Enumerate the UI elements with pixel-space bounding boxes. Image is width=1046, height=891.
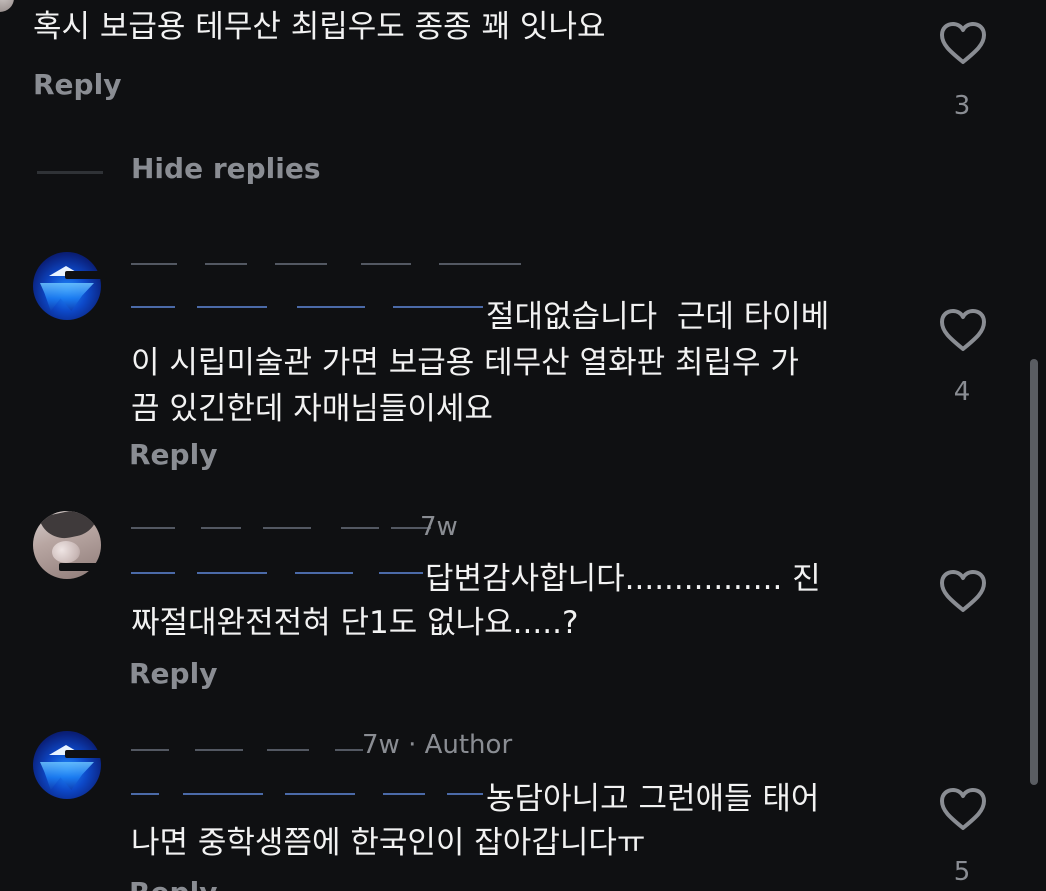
like-count: 4 [953, 377, 971, 407]
comment-text: 절대없습니다 근데 타이베 [486, 299, 830, 335]
heart-outline-icon [940, 309, 986, 351]
like-count: 3 [953, 91, 971, 121]
reply-button[interactable]: Reply [129, 657, 217, 690]
redaction-bar [65, 271, 107, 279]
avatar[interactable] [0, 0, 14, 12]
reply-button[interactable]: Reply [33, 68, 121, 101]
comment-text: 농담아니고 그런애들 태어 [486, 781, 820, 817]
hide-replies-button[interactable]: Hide replies [131, 152, 321, 185]
comment-text: 짜절대완전전혀 단1도 없나요.....? [131, 605, 579, 641]
comment-text: 끔 있긴한데 자매님들이세요 [131, 391, 493, 427]
redacted-mention [131, 793, 483, 813]
redacted-username [131, 263, 521, 283]
like-count: 5 [953, 857, 971, 887]
like-button[interactable] [938, 569, 988, 613]
reply-button[interactable]: Reply [129, 438, 217, 471]
comment-text: 답변감사합니다................ 진 [425, 561, 821, 597]
comments-thread: 혹시 보급용 테무산 최립우도 종종 꽤 잇나요 Reply 3 Hide re… [0, 0, 1046, 891]
comment-text: 이 시립미술관 가면 보급용 테무산 열화판 최립우 가 [131, 345, 799, 381]
reply-button[interactable]: Reply [129, 876, 217, 891]
like-button[interactable] [938, 787, 988, 831]
redaction-bar [59, 563, 101, 571]
timestamp: 7w · Author [362, 730, 513, 760]
avatar[interactable] [33, 252, 101, 320]
comment-text: 혹시 보급용 테무산 최립우도 종종 꽤 잇나요 [33, 9, 606, 45]
divider [37, 171, 103, 174]
heart-outline-icon [940, 22, 986, 64]
avatar[interactable] [33, 731, 101, 799]
heart-outline-icon [940, 570, 986, 612]
redacted-mention [131, 572, 423, 592]
redacted-username [131, 749, 363, 769]
scrollbar[interactable] [1030, 359, 1038, 785]
comment-text: 나면 중학생쯤에 한국인이 잡아갑니다ㅠ [131, 825, 646, 861]
redacted-username [131, 527, 431, 547]
redacted-mention [131, 306, 483, 326]
redaction-bar [65, 750, 107, 758]
like-button[interactable] [938, 21, 988, 65]
heart-outline-icon [940, 788, 986, 830]
timestamp: 7w [420, 512, 458, 542]
like-button[interactable] [938, 308, 988, 352]
